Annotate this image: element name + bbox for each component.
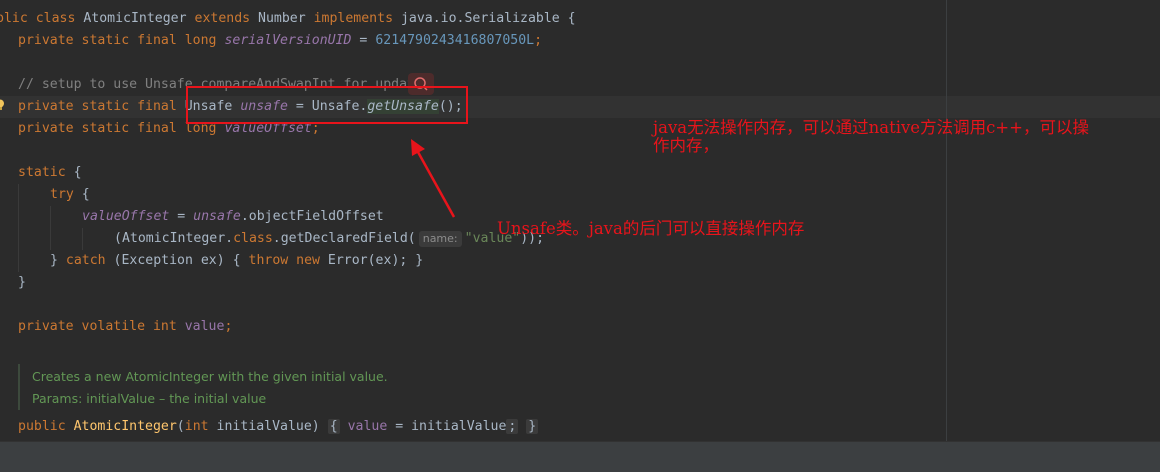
- annotation-native-note-cont: 作内存，: [653, 137, 719, 155]
- annotation-line: Unsafe类。java的后门可以直接操作内存: [497, 219, 805, 238]
- annotation-line: 作内存，: [653, 136, 719, 155]
- annotation-line: java无法操作内存，可以通过native方法调用c++，可以操: [653, 118, 1089, 137]
- annotation-unsafe-note: Unsafe类。java的后门可以直接操作内存: [497, 220, 804, 238]
- annotation-native-note: java无法操作内存，可以通过native方法调用c++，可以操: [653, 119, 1089, 137]
